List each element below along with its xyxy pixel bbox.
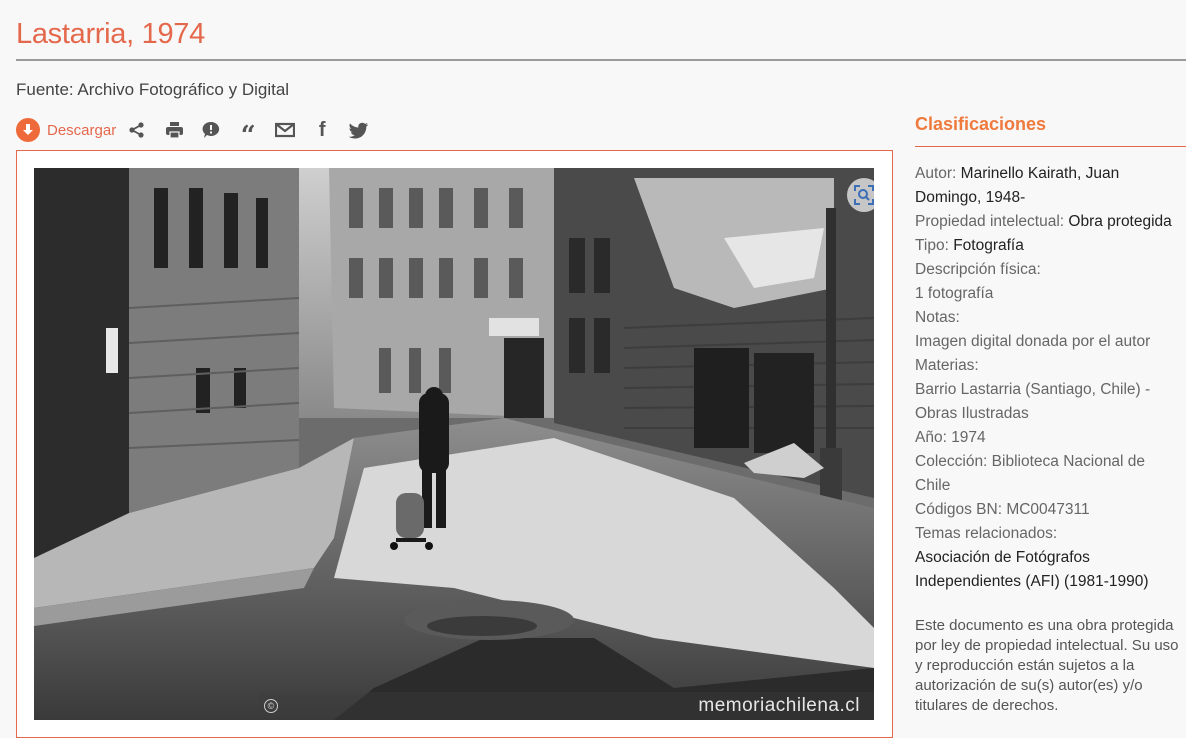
twitter-icon[interactable] (348, 119, 370, 141)
copyright-notice: Este documento es una obra protegida por… (915, 617, 1179, 714)
street-photo-illustration (34, 168, 874, 720)
classifications-heading: Clasificaciones (915, 114, 1047, 134)
source-line: Fuente: Archivo Fotográfico y Digital (16, 80, 290, 99)
notas-value: Imagen digital donada por el autor (915, 333, 1151, 350)
classifications-divider (915, 146, 1186, 147)
tipo-link[interactable]: Fotografía (953, 237, 1024, 254)
print-icon[interactable] (163, 119, 185, 141)
autor-label: Autor: (915, 165, 961, 182)
materias-label: Materias: (915, 357, 979, 374)
quote-icon[interactable]: “ (237, 119, 259, 149)
temas-label: Temas relacionados: (915, 525, 1058, 542)
meta-tipo: Tipo: Fotografía (915, 234, 1186, 258)
image-viewer: © memoriachilena.cl (16, 150, 893, 738)
facebook-icon[interactable]: f (311, 119, 333, 141)
zoom-icon (854, 185, 874, 205)
share-icon[interactable] (126, 119, 148, 141)
watermark-text: memoriachilena.cl (698, 695, 860, 716)
download-icon[interactable] (16, 118, 40, 142)
download-button[interactable]: Descargar (47, 122, 116, 139)
coleccion-value: Colección: Biblioteca Nacional de Chile (915, 453, 1146, 494)
notas-label: Notas: (915, 309, 960, 326)
action-toolbar: Descargar “ f (16, 118, 385, 149)
descripcion-value: 1 fotografía (915, 285, 994, 302)
temas-link[interactable]: Asociación de Fotógrafos Independientes … (915, 546, 1155, 594)
propiedad-label: Propiedad intelectual: (915, 213, 1069, 230)
tipo-label: Tipo: (915, 237, 954, 254)
meta-autor: Autor: Marinello Kairath, Juan Domingo, … (915, 162, 1155, 210)
comment-icon[interactable] (200, 119, 222, 141)
title-divider (16, 59, 1186, 61)
email-icon[interactable] (274, 119, 296, 141)
propiedad-link[interactable]: Obra protegida (1068, 213, 1171, 230)
anio-value: Año: 1974 (915, 429, 986, 446)
descripcion-label: Descripción física: (915, 261, 1041, 278)
codigos-value: Códigos BN: MC0047311 (915, 501, 1090, 518)
meta-propiedad: Propiedad intelectual: Obra protegida (915, 210, 1186, 234)
copyright-icon: © (264, 699, 278, 713)
metadata-list: Autor: Marinello Kairath, Juan Domingo, … (915, 162, 1186, 594)
zoom-button[interactable] (847, 178, 874, 212)
materias-link[interactable]: Barrio Lastarria (Santiago, Chile) - Obr… (915, 378, 1165, 426)
photograph: © memoriachilena.cl (34, 168, 874, 720)
page-title: Lastarria, 1974 (16, 18, 205, 50)
